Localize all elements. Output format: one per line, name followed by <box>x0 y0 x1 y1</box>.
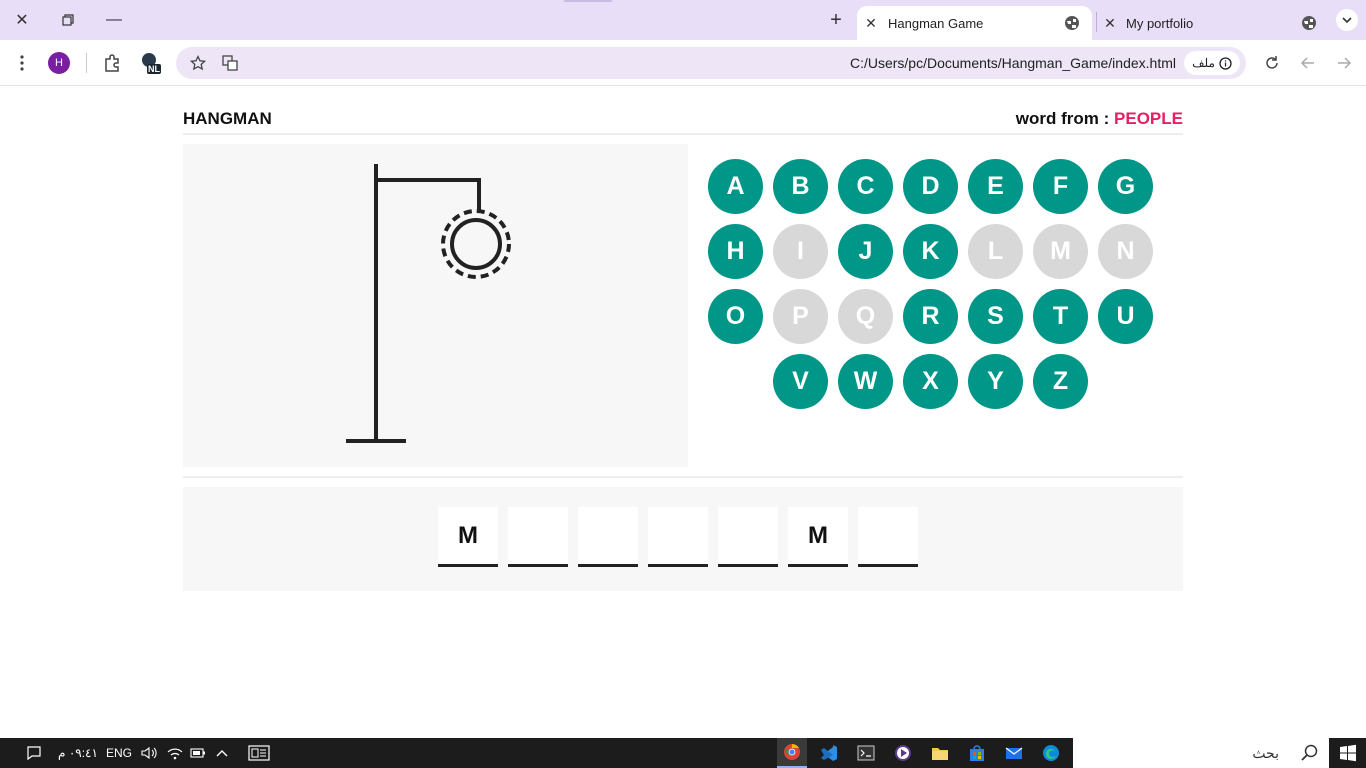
letter-button-c[interactable]: C <box>838 159 893 214</box>
extension-badge: NL <box>148 64 160 74</box>
letter-button-p[interactable]: P <box>773 289 828 344</box>
notification-icon[interactable] <box>24 742 44 764</box>
letter-button-l[interactable]: L <box>968 224 1023 279</box>
info-icon <box>1219 56 1232 70</box>
vscode-taskbar-icon[interactable] <box>814 742 844 764</box>
globe-icon <box>1065 16 1079 30</box>
chrome-taskbar-icon[interactable] <box>777 738 807 768</box>
tab-my-portfolio[interactable]: ✕ My portfolio <box>1094 6 1330 40</box>
letter-button-t[interactable]: T <box>1033 289 1088 344</box>
letter-button-o[interactable]: O <box>708 289 763 344</box>
search-placeholder: بحث <box>1252 745 1279 761</box>
letter-button-g[interactable]: G <box>1098 159 1153 214</box>
category-label: word from : <box>1015 109 1110 128</box>
letter-button-x[interactable]: X <box>903 354 958 409</box>
windows-taskbar: ٠٩:٤١ م ENG بحث <box>0 738 1366 768</box>
site-info-chip[interactable]: ملف <box>1184 51 1240 75</box>
reload-icon[interactable] <box>1260 51 1284 75</box>
letter-button-z[interactable]: Z <box>1033 354 1088 409</box>
hangman-head <box>450 218 502 270</box>
hangman-drawing <box>183 144 688 467</box>
tab-strip-handle <box>564 0 612 2</box>
back-arrow-icon[interactable] <box>1296 51 1320 75</box>
letter-button-j[interactable]: J <box>838 224 893 279</box>
letter-button-f[interactable]: F <box>1033 159 1088 214</box>
edge-taskbar-icon[interactable] <box>1036 742 1066 764</box>
hangman-page: HANGMAN word from : PEOPLE ABCDEFGHIJKLM… <box>0 87 1366 738</box>
taskbar-search-box[interactable]: بحث <box>1073 738 1329 768</box>
mail-taskbar-icon[interactable] <box>999 742 1029 764</box>
browser-tab-bar: ✕ — + ✕ Hangman Game ✕ My portfolio <box>0 0 1366 40</box>
widgets-icon[interactable] <box>246 742 272 764</box>
letter-button-q[interactable]: Q <box>838 289 893 344</box>
letter-button-d[interactable]: D <box>903 159 958 214</box>
browser-toolbar: H NL C:/Users/pc/Documents/Hangman_Game/… <box>0 40 1366 86</box>
guess-letter-slot <box>718 507 778 567</box>
bookmark-star-icon[interactable] <box>186 51 210 75</box>
letter-button-v[interactable]: V <box>773 354 828 409</box>
toolbar-separator <box>86 53 87 73</box>
site-info-label: ملف <box>1192 56 1215 70</box>
file-explorer-taskbar-icon[interactable] <box>925 742 955 764</box>
game-title: HANGMAN <box>183 109 272 128</box>
close-tab-icon[interactable]: ✕ <box>1102 15 1118 31</box>
windows-start-icon[interactable] <box>1336 742 1360 764</box>
battery-icon[interactable] <box>188 742 208 764</box>
minimize-window-icon[interactable]: — <box>102 8 126 32</box>
letter-button-i[interactable]: I <box>773 224 828 279</box>
guess-letter-slot: M <box>438 507 498 567</box>
new-tab-icon[interactable]: + <box>826 9 846 31</box>
tab-title: Hangman Game <box>888 15 984 31</box>
address-bar[interactable]: C:/Users/pc/Documents/Hangman_Game/index… <box>176 47 1246 79</box>
globe-icon <box>1302 16 1316 30</box>
game-header: HANGMAN word from : PEOPLE <box>183 107 1183 135</box>
url-text: C:/Users/pc/Documents/Hangman_Game/index… <box>849 55 1176 71</box>
volume-icon[interactable] <box>138 742 160 764</box>
restore-window-icon[interactable] <box>56 8 80 32</box>
language-indicator[interactable]: ENG <box>106 742 132 764</box>
search-icon <box>1301 744 1318 761</box>
guess-letter-slot <box>648 507 708 567</box>
letter-button-n[interactable]: N <box>1098 224 1153 279</box>
close-window-icon[interactable]: ✕ <box>10 8 34 32</box>
letter-button-w[interactable]: W <box>838 354 893 409</box>
guess-letter-slot <box>578 507 638 567</box>
profile-avatar[interactable]: H <box>48 52 70 74</box>
category-info: word from : PEOPLE <box>1016 109 1183 129</box>
letter-button-u[interactable]: U <box>1098 289 1153 344</box>
letter-button-m[interactable]: M <box>1033 224 1088 279</box>
wifi-icon[interactable] <box>164 742 186 764</box>
letter-button-r[interactable]: R <box>903 289 958 344</box>
guess-letter-slot: M <box>788 507 848 567</box>
media-player-taskbar-icon[interactable] <box>888 742 918 764</box>
translate-icon[interactable] <box>218 51 242 75</box>
letter-button-k[interactable]: K <box>903 224 958 279</box>
letter-button-y[interactable]: Y <box>968 354 1023 409</box>
close-tab-icon[interactable]: ✕ <box>863 15 879 31</box>
tab-hangman-game[interactable]: ✕ Hangman Game <box>857 6 1092 40</box>
guess-letter-slot <box>508 507 568 567</box>
terminal-taskbar-icon[interactable] <box>851 742 881 764</box>
forward-arrow-icon[interactable] <box>1332 51 1356 75</box>
letter-button-h[interactable]: H <box>708 224 763 279</box>
clock[interactable]: ٠٩:٤١ م <box>58 742 98 764</box>
letter-button-s[interactable]: S <box>968 289 1023 344</box>
menu-kebab-icon[interactable] <box>10 51 34 75</box>
guess-letter-slot <box>858 507 918 567</box>
tab-search-icon[interactable] <box>1336 9 1358 31</box>
tab-title: My portfolio <box>1126 15 1194 31</box>
section-divider <box>183 476 1183 478</box>
show-hidden-icons-icon[interactable] <box>212 742 232 764</box>
letter-button-e[interactable]: E <box>968 159 1023 214</box>
letter-button-a[interactable]: A <box>708 159 763 214</box>
letter-button-b[interactable]: B <box>773 159 828 214</box>
guess-word-area: MM <box>183 487 1183 591</box>
extension-nl-icon[interactable]: NL <box>139 51 163 75</box>
store-taskbar-icon[interactable] <box>962 742 992 764</box>
category-value: PEOPLE <box>1114 109 1183 128</box>
extensions-icon[interactable] <box>100 51 124 75</box>
